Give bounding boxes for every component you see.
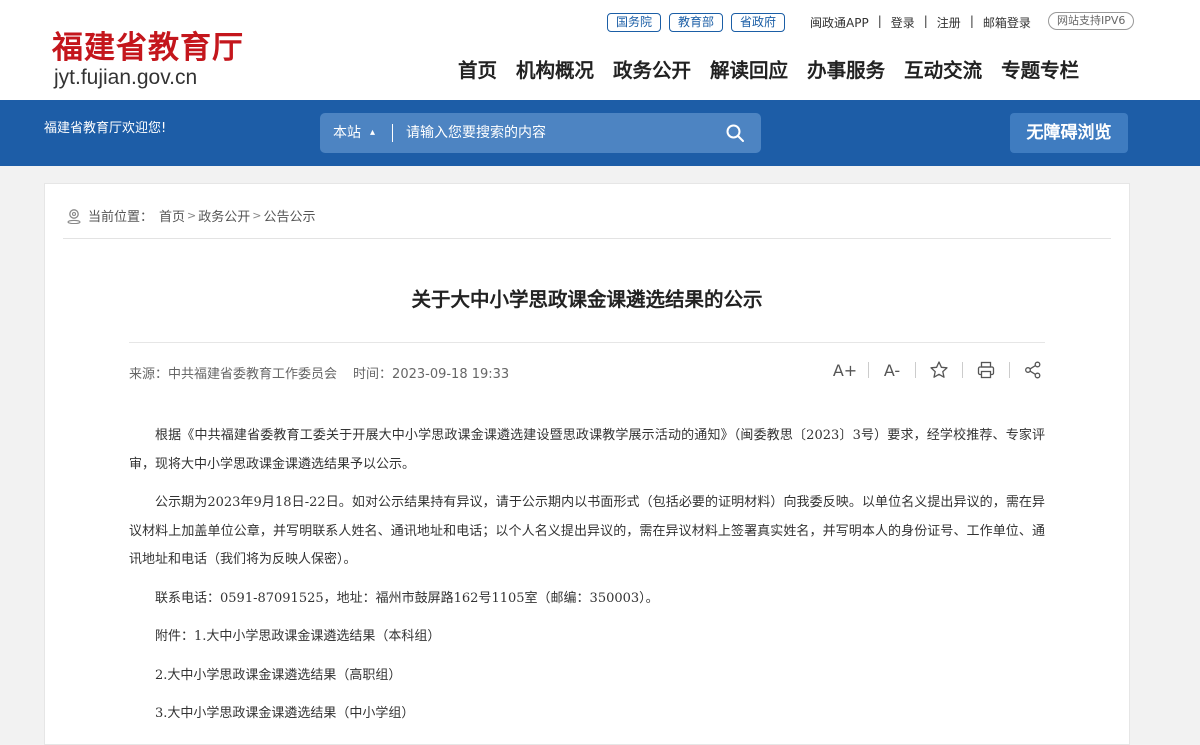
paragraph: 公示期为2023年9月18日-22日。如对公示结果持有异议，请于公示期内以书面形…: [129, 495, 1045, 567]
paragraph: 联系电话：0591-87091525，地址：福州市鼓屏路162号1105室（邮编…: [155, 590, 659, 606]
blue-bar: 福建省教育厅欢迎您! 本站 ▴ 无障碍浏览: [0, 100, 1200, 166]
breadcrumb-announcements[interactable]: 公告公示: [263, 206, 315, 225]
gov-link-moe[interactable]: 教育部: [669, 13, 724, 32]
breadcrumb-separator: >: [252, 209, 262, 222]
font-decrease-button[interactable]: A-: [882, 360, 902, 380]
source-value: 中共福建省委教育工作委员会: [168, 367, 338, 382]
mail-login-link[interactable]: 邮箱登录: [983, 14, 1031, 31]
article-body: 根据《中共福建省委教育工委关于开展大中小学思政课金课遴选建设暨思政课教学展示活动…: [129, 422, 1045, 739]
nav-home[interactable]: 首页: [458, 54, 497, 83]
breadcrumb: 当前位置： 首页 > 政务公开 > 公告公示: [67, 206, 316, 225]
site-logo-title[interactable]: 福建省教育厅: [52, 22, 244, 67]
title-divider: [129, 342, 1045, 343]
search-icon[interactable]: [725, 123, 745, 143]
gov-link-state-council[interactable]: 国务院: [607, 13, 662, 32]
source-label: 来源：: [129, 367, 169, 382]
font-increase-button[interactable]: A+: [833, 360, 857, 380]
site-logo-url[interactable]: jyt.fujian.gov.cn: [54, 66, 197, 90]
nav-gov-affairs[interactable]: 政务公开: [613, 54, 691, 83]
divider: [962, 362, 963, 378]
search-input[interactable]: [406, 113, 706, 153]
site-header: 福建省教育厅 jyt.fujian.gov.cn 国务院 教育部 省政府 闽政通…: [0, 0, 1200, 100]
top-links: 闽政通APP | 登录 | 注册 | 邮箱登录: [810, 14, 1031, 31]
divider: |: [877, 14, 882, 28]
login-link[interactable]: 登录: [891, 14, 915, 31]
location-pin-icon: [67, 208, 81, 224]
time-label: 时间：: [353, 367, 393, 382]
paragraph: 根据《中共福建省委教育工委关于开展大中小学思政课金课遴选建设暨思政课教学展示活动…: [129, 428, 1045, 472]
search-divider: [392, 124, 393, 142]
attachment-link[interactable]: 3.大中小学思政课金课遴选结果（中小学组）: [129, 700, 1045, 729]
breadcrumb-prefix: 当前位置：: [88, 210, 154, 225]
star-icon[interactable]: [929, 360, 949, 380]
content-panel: 当前位置： 首页 > 政务公开 > 公告公示 关于大中小学思政课金课遴选结果的公…: [44, 183, 1130, 745]
divider: |: [969, 14, 974, 28]
share-icon[interactable]: [1023, 360, 1043, 380]
divider: [1009, 362, 1010, 378]
search-scope-select[interactable]: 本站: [333, 113, 361, 153]
breadcrumb-divider: [63, 238, 1111, 239]
nav-services[interactable]: 办事服务: [807, 54, 885, 83]
register-link[interactable]: 注册: [937, 14, 961, 31]
search-box: 本站 ▴: [320, 113, 761, 153]
article-meta: 来源：中共福建省委教育工作委员会 时间：2023-09-18 19:33: [129, 363, 509, 382]
breadcrumb-gov-affairs[interactable]: 政务公开: [198, 206, 250, 225]
time-value: 2023-09-18 19:33: [392, 367, 510, 382]
nav-interaction[interactable]: 互动交流: [904, 54, 982, 83]
divider: [915, 362, 916, 378]
article-tools: A+ A-: [833, 360, 1043, 380]
updown-arrow-icon[interactable]: ▴: [370, 113, 375, 153]
breadcrumb-home[interactable]: 首页: [159, 206, 185, 225]
accessible-browse-button[interactable]: 无障碍浏览: [1010, 113, 1128, 153]
divider: [868, 362, 869, 378]
divider: |: [923, 14, 928, 28]
attachment-link[interactable]: 2.大中小学思政课金课遴选结果（高职组）: [129, 662, 1045, 691]
main-nav: 首页 机构概况 政务公开 解读回应 办事服务 互动交流 专题专栏: [458, 54, 1079, 83]
nav-topics[interactable]: 专题专栏: [1001, 54, 1079, 83]
breadcrumb-separator: >: [187, 209, 197, 222]
print-icon[interactable]: [976, 360, 996, 380]
nav-interpretation[interactable]: 解读回应: [710, 54, 788, 83]
gov-links: 国务院 教育部 省政府: [607, 13, 786, 32]
ipv6-badge: 网站支持IPV6: [1048, 12, 1135, 30]
welcome-text: 福建省教育厅欢迎您!: [44, 121, 167, 136]
nav-organization[interactable]: 机构概况: [516, 54, 594, 83]
article-title: 关于大中小学思政课金课遴选结果的公示: [411, 288, 763, 311]
gov-link-province[interactable]: 省政府: [731, 13, 786, 32]
mzt-app-link[interactable]: 闽政通APP: [810, 14, 869, 31]
attachment-link[interactable]: 附件：1.大中小学思政课金课遴选结果（本科组）: [129, 623, 1045, 652]
